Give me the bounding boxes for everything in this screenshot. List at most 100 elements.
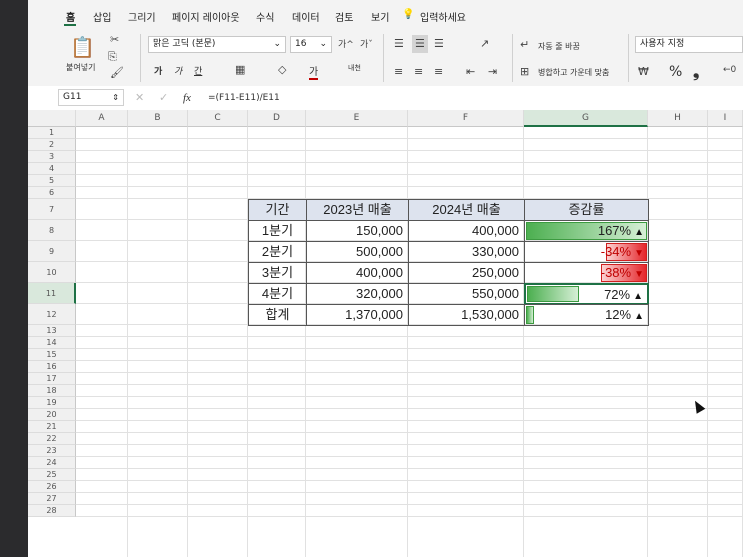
number-format-select[interactable]: 사용자 지정 (635, 36, 743, 53)
name-box[interactable]: G11 ⇕ (58, 89, 124, 106)
column-header-i[interactable]: I (708, 110, 743, 127)
column-header-h[interactable]: H (648, 110, 708, 127)
percent-button[interactable]: % (669, 64, 682, 80)
align-top-icon[interactable]: ☰ (394, 38, 404, 50)
bold-button[interactable]: 가 (154, 64, 162, 77)
change-rate-cell[interactable]: 167% ▲ (524, 220, 649, 242)
tell-me-input[interactable]: 입력하세요 (420, 9, 466, 24)
table-header-cell[interactable]: 2024년 매출 (408, 199, 525, 221)
column-header-c[interactable]: C (188, 110, 248, 127)
copy-icon[interactable]: ⎘ (108, 51, 117, 63)
underline-button[interactable]: 간 (194, 64, 202, 77)
increase-font-icon[interactable]: 가^ (338, 39, 354, 51)
sales-2024-cell[interactable]: 330,000 (408, 241, 525, 263)
fill-color-icon[interactable]: ◇ (278, 64, 286, 76)
column-header-f[interactable]: F (408, 110, 524, 127)
period-cell[interactable]: 2분기 (248, 241, 307, 263)
currency-icon[interactable]: ₩ (638, 66, 649, 78)
row-header-28[interactable]: 28 (28, 505, 76, 517)
worksheet-grid[interactable]: ABCDEFGHI 1 2 3 4 5 6 7 8 9 10 11 12 13 14 15 16 17 18 19 2… (28, 110, 743, 557)
change-rate-cell[interactable]: 72% ▲ (524, 283, 649, 305)
paste-label[interactable]: 붙여넣기 (66, 62, 95, 73)
period-cell[interactable]: 합계 (248, 304, 307, 326)
font-color-button[interactable]: 가 (309, 63, 319, 80)
tab-home[interactable]: 홈 (66, 9, 75, 24)
sales-2024-cell[interactable]: 250,000 (408, 262, 525, 284)
align-right-icon[interactable]: ≡ (434, 66, 443, 78)
sales-2023-cell[interactable]: 500,000 (306, 241, 409, 263)
row-header-4[interactable]: 4 (28, 163, 76, 175)
row-header-19[interactable]: 19 (28, 397, 76, 409)
row-header-9[interactable]: 9 (28, 241, 76, 262)
increase-decimal-icon[interactable]: ←0 (723, 64, 736, 76)
tab-formulas[interactable]: 수식 (256, 9, 274, 24)
row-header-17[interactable]: 17 (28, 373, 76, 385)
clipboard-icon[interactable]: 📋 (70, 36, 95, 58)
comma-button[interactable]: ❟ (693, 62, 699, 82)
cut-icon[interactable]: ✂ (110, 34, 119, 46)
sales-2024-cell[interactable]: 1,530,000 (408, 304, 525, 326)
sales-2023-cell[interactable]: 1,370,000 (306, 304, 409, 326)
row-header-23[interactable]: 23 (28, 445, 76, 457)
cancel-icon[interactable]: ✕ (135, 92, 144, 104)
format-painter-icon[interactable]: 🖌 (110, 67, 124, 79)
align-middle-icon[interactable]: ☰ (412, 35, 428, 53)
period-cell[interactable]: 3분기 (248, 262, 307, 284)
enter-icon[interactable]: ✓ (159, 92, 168, 104)
row-header-1[interactable]: 1 (28, 127, 76, 139)
table-header-cell[interactable]: 기간 (248, 199, 307, 221)
row-header-3[interactable]: 3 (28, 151, 76, 163)
period-cell[interactable]: 4분기 (248, 283, 307, 305)
row-header-21[interactable]: 21 (28, 421, 76, 433)
table-header-cell[interactable]: 증감률 (524, 199, 649, 221)
column-header-a[interactable]: A (76, 110, 128, 127)
wrap-text-button[interactable]: 자동 줄 바꿈 (538, 41, 580, 52)
tab-page-layout[interactable]: 페이지 레이아웃 (172, 9, 240, 24)
row-header-12[interactable]: 12 (28, 304, 76, 325)
row-header-18[interactable]: 18 (28, 385, 76, 397)
column-header-e[interactable]: E (306, 110, 408, 127)
row-header-14[interactable]: 14 (28, 337, 76, 349)
tab-draw[interactable]: 그리기 (128, 9, 156, 24)
wrap-text-icon[interactable]: ↵ (520, 39, 529, 51)
row-header-27[interactable]: 27 (28, 493, 76, 505)
change-rate-cell[interactable]: 12% ▲ (524, 304, 649, 326)
table-header-cell[interactable]: 2023년 매출 (306, 199, 409, 221)
column-header-d[interactable]: D (248, 110, 306, 127)
row-header-5[interactable]: 5 (28, 175, 76, 187)
row-header-8[interactable]: 8 (28, 220, 76, 241)
decrease-indent-icon[interactable]: ⇤ (466, 66, 475, 78)
column-header-b[interactable]: B (128, 110, 188, 127)
italic-button[interactable]: 가 (174, 64, 182, 77)
align-left-icon[interactable]: ≡ (394, 66, 403, 78)
period-cell[interactable]: 1분기 (248, 220, 307, 242)
change-rate-cell[interactable]: -38% ▼ (524, 262, 649, 284)
row-header-15[interactable]: 15 (28, 349, 76, 361)
formula-input[interactable]: =(F11-E11)/E11 (208, 93, 280, 103)
select-all-corner[interactable] (28, 110, 76, 127)
row-header-26[interactable]: 26 (28, 481, 76, 493)
tab-review[interactable]: 검토 (335, 9, 353, 24)
merge-center-button[interactable]: 병합하고 가운데 맞춤 (538, 67, 609, 78)
sales-2024-cell[interactable]: 550,000 (408, 283, 525, 305)
orientation-icon[interactable]: ↗ (480, 38, 489, 50)
tab-data[interactable]: 데이터 (292, 9, 320, 24)
merge-center-icon[interactable]: ⊞ (520, 66, 529, 78)
row-header-16[interactable]: 16 (28, 361, 76, 373)
row-header-7[interactable]: 7 (28, 199, 76, 220)
tab-view[interactable]: 보기 (371, 9, 389, 24)
row-header-22[interactable]: 22 (28, 433, 76, 445)
row-header-11[interactable]: 11 (28, 283, 76, 304)
row-header-2[interactable]: 2 (28, 139, 76, 151)
row-header-13[interactable]: 13 (28, 325, 76, 337)
vertical-text-button[interactable]: 내천 (348, 63, 361, 73)
row-header-10[interactable]: 10 (28, 262, 76, 283)
font-name-select[interactable]: 맑은 고딕 (본문) ⌄ (148, 36, 286, 53)
align-center-icon[interactable]: ≡ (414, 66, 423, 78)
increase-indent-icon[interactable]: ⇥ (488, 66, 497, 78)
change-rate-cell[interactable]: -34% ▼ (524, 241, 649, 263)
sales-2023-cell[interactable]: 150,000 (306, 220, 409, 242)
sales-2024-cell[interactable]: 400,000 (408, 220, 525, 242)
row-header-25[interactable]: 25 (28, 469, 76, 481)
borders-icon[interactable]: ▦ (235, 64, 245, 76)
